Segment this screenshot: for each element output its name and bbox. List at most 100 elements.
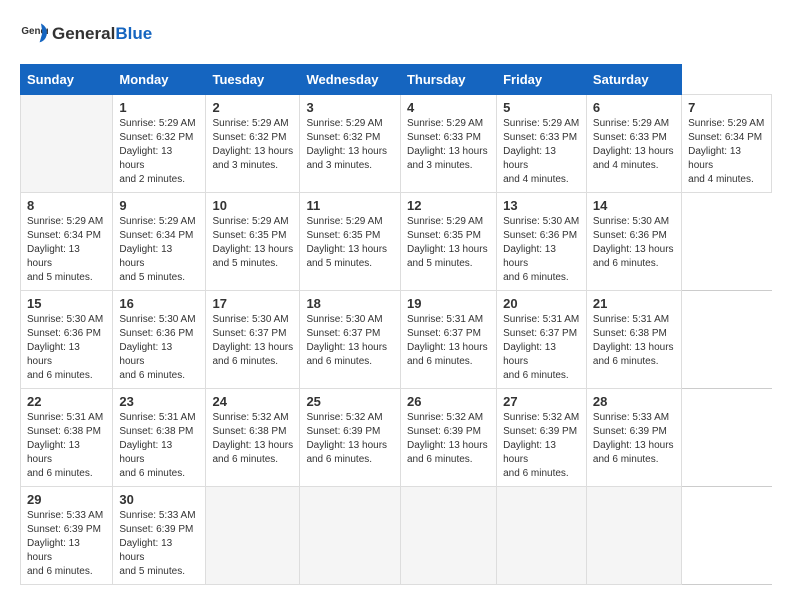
day-info: Sunrise: 5:30 AM Sunset: 6:36 PM Dayligh…: [503, 215, 580, 285]
day-info: Sunrise: 5:29 AM Sunset: 6:33 PM Dayligh…: [593, 117, 675, 173]
calendar-cell: [21, 95, 113, 193]
weekday-header-monday: Monday: [113, 65, 206, 95]
calendar-week-row: 15Sunrise: 5:30 AM Sunset: 6:36 PM Dayli…: [21, 291, 772, 389]
day-info: Sunrise: 5:30 AM Sunset: 6:36 PM Dayligh…: [27, 313, 106, 383]
calendar-table: SundayMondayTuesdayWednesdayThursdayFrid…: [20, 64, 772, 585]
day-number: 24: [212, 394, 293, 409]
calendar-cell: 9 Sunrise: 5:29 AM Sunset: 6:34 PM Daylig…: [113, 193, 206, 291]
calendar-cell: 2 Sunrise: 5:29 AM Sunset: 6:32 PM Daylig…: [206, 95, 300, 193]
day-number: 9: [119, 198, 199, 213]
calendar-cell: [206, 487, 300, 585]
calendar-cell: 10 Sunrise: 5:29 AM Sunset: 6:35 PM Dayli…: [206, 193, 300, 291]
day-number: 23: [119, 394, 199, 409]
calendar-cell: 26 Sunrise: 5:32 AM Sunset: 6:39 PM Dayli…: [400, 389, 496, 487]
day-number: 16: [119, 296, 199, 311]
day-info: Sunrise: 5:29 AM Sunset: 6:33 PM Dayligh…: [503, 117, 580, 187]
calendar-cell: 17 Sunrise: 5:30 AM Sunset: 6:37 PM Dayli…: [206, 291, 300, 389]
day-info: Sunrise: 5:29 AM Sunset: 6:33 PM Dayligh…: [407, 117, 490, 173]
day-info: Sunrise: 5:31 AM Sunset: 6:37 PM Dayligh…: [407, 313, 490, 369]
day-info: Sunrise: 5:32 AM Sunset: 6:38 PM Dayligh…: [212, 411, 293, 467]
day-number: 22: [27, 394, 106, 409]
day-number: 2: [212, 100, 293, 115]
weekday-header-tuesday: Tuesday: [206, 65, 300, 95]
calendar-cell: 8 Sunrise: 5:29 AM Sunset: 6:34 PM Daylig…: [21, 193, 113, 291]
day-number: 20: [503, 296, 580, 311]
calendar-cell: 15Sunrise: 5:30 AM Sunset: 6:36 PM Dayli…: [21, 291, 113, 389]
calendar-cell: [497, 487, 587, 585]
calendar-cell: 22 Sunrise: 5:31 AM Sunset: 6:38 PM Dayli…: [21, 389, 113, 487]
day-number: 28: [593, 394, 675, 409]
day-info: Sunrise: 5:29 AM Sunset: 6:35 PM Dayligh…: [306, 215, 394, 271]
logo: General GeneralBlue: [20, 20, 152, 48]
day-number: 30: [119, 492, 199, 507]
calendar-cell: 21 Sunrise: 5:31 AM Sunset: 6:38 PM Dayli…: [586, 291, 681, 389]
day-number: 29: [27, 492, 106, 507]
calendar-cell: 5 Sunrise: 5:29 AM Sunset: 6:33 PM Daylig…: [497, 95, 587, 193]
calendar-cell: 11 Sunrise: 5:29 AM Sunset: 6:35 PM Dayli…: [300, 193, 401, 291]
day-info: Sunrise: 5:29 AM Sunset: 6:35 PM Dayligh…: [407, 215, 490, 271]
calendar-cell: [586, 487, 681, 585]
calendar-cell: 12 Sunrise: 5:29 AM Sunset: 6:35 PM Dayli…: [400, 193, 496, 291]
weekday-header-sunday: Sunday: [21, 65, 113, 95]
day-info: Sunrise: 5:29 AM Sunset: 6:34 PM Dayligh…: [688, 117, 765, 187]
calendar-cell: 30Sunrise: 5:33 AM Sunset: 6:39 PM Dayli…: [113, 487, 206, 585]
calendar-cell: 24 Sunrise: 5:32 AM Sunset: 6:38 PM Dayli…: [206, 389, 300, 487]
day-number: 26: [407, 394, 490, 409]
day-info: Sunrise: 5:31 AM Sunset: 6:37 PM Dayligh…: [503, 313, 580, 383]
calendar-header-row: SundayMondayTuesdayWednesdayThursdayFrid…: [21, 65, 772, 95]
day-info: Sunrise: 5:31 AM Sunset: 6:38 PM Dayligh…: [593, 313, 675, 369]
calendar-cell: 14Sunrise: 5:30 AM Sunset: 6:36 PM Dayli…: [586, 193, 681, 291]
calendar-cell: 6 Sunrise: 5:29 AM Sunset: 6:33 PM Daylig…: [586, 95, 681, 193]
calendar-cell: 3Sunrise: 5:29 AM Sunset: 6:32 PM Daylig…: [300, 95, 401, 193]
day-info: Sunrise: 5:29 AM Sunset: 6:35 PM Dayligh…: [212, 215, 293, 271]
logo-icon: General: [20, 20, 48, 48]
calendar-week-row: 8 Sunrise: 5:29 AM Sunset: 6:34 PM Daylig…: [21, 193, 772, 291]
weekday-header-thursday: Thursday: [400, 65, 496, 95]
header: General GeneralBlue: [20, 20, 772, 48]
day-info: Sunrise: 5:33 AM Sunset: 6:39 PM Dayligh…: [27, 509, 106, 579]
calendar-cell: 28 Sunrise: 5:33 AM Sunset: 6:39 PM Dayli…: [586, 389, 681, 487]
day-number: 19: [407, 296, 490, 311]
day-number: 5: [503, 100, 580, 115]
day-info: Sunrise: 5:30 AM Sunset: 6:36 PM Dayligh…: [119, 313, 199, 383]
calendar-cell: 7Sunrise: 5:29 AM Sunset: 6:34 PM Daylig…: [682, 95, 772, 193]
logo-general-text: General: [52, 24, 115, 43]
calendar-week-row: 29 Sunrise: 5:33 AM Sunset: 6:39 PM Dayli…: [21, 487, 772, 585]
calendar-week-row: 22 Sunrise: 5:31 AM Sunset: 6:38 PM Dayli…: [21, 389, 772, 487]
calendar-cell: 25 Sunrise: 5:32 AM Sunset: 6:39 PM Dayli…: [300, 389, 401, 487]
day-info: Sunrise: 5:33 AM Sunset: 6:39 PM Dayligh…: [593, 411, 675, 467]
day-number: 25: [306, 394, 394, 409]
day-info: Sunrise: 5:29 AM Sunset: 6:32 PM Dayligh…: [119, 117, 199, 187]
day-number: 11: [306, 198, 394, 213]
calendar-cell: [400, 487, 496, 585]
day-number: 27: [503, 394, 580, 409]
day-number: 8: [27, 198, 106, 213]
logo-blue-text: Blue: [115, 24, 152, 43]
day-info: Sunrise: 5:29 AM Sunset: 6:32 PM Dayligh…: [212, 117, 293, 173]
day-info: Sunrise: 5:29 AM Sunset: 6:34 PM Dayligh…: [119, 215, 199, 285]
day-info: Sunrise: 5:29 AM Sunset: 6:34 PM Dayligh…: [27, 215, 106, 285]
calendar-cell: 29 Sunrise: 5:33 AM Sunset: 6:39 PM Dayli…: [21, 487, 113, 585]
day-info: Sunrise: 5:32 AM Sunset: 6:39 PM Dayligh…: [306, 411, 394, 467]
day-number: 18: [306, 296, 394, 311]
day-number: 6: [593, 100, 675, 115]
day-number: 10: [212, 198, 293, 213]
calendar-cell: 18 Sunrise: 5:30 AM Sunset: 6:37 PM Dayli…: [300, 291, 401, 389]
weekday-header-saturday: Saturday: [586, 65, 681, 95]
calendar-cell: [300, 487, 401, 585]
day-info: Sunrise: 5:32 AM Sunset: 6:39 PM Dayligh…: [407, 411, 490, 467]
calendar-week-row: 1Sunrise: 5:29 AM Sunset: 6:32 PM Daylig…: [21, 95, 772, 193]
weekday-header-friday: Friday: [497, 65, 587, 95]
day-info: Sunrise: 5:30 AM Sunset: 6:37 PM Dayligh…: [212, 313, 293, 369]
day-info: Sunrise: 5:30 AM Sunset: 6:37 PM Dayligh…: [306, 313, 394, 369]
day-number: 17: [212, 296, 293, 311]
calendar-cell: 16 Sunrise: 5:30 AM Sunset: 6:36 PM Dayli…: [113, 291, 206, 389]
day-number: 13: [503, 198, 580, 213]
day-number: 21: [593, 296, 675, 311]
calendar-cell: 23Sunrise: 5:31 AM Sunset: 6:38 PM Dayli…: [113, 389, 206, 487]
calendar-cell: 4Sunrise: 5:29 AM Sunset: 6:33 PM Daylig…: [400, 95, 496, 193]
day-info: Sunrise: 5:32 AM Sunset: 6:39 PM Dayligh…: [503, 411, 580, 481]
weekday-header-wednesday: Wednesday: [300, 65, 401, 95]
day-info: Sunrise: 5:31 AM Sunset: 6:38 PM Dayligh…: [27, 411, 106, 481]
day-number: 12: [407, 198, 490, 213]
